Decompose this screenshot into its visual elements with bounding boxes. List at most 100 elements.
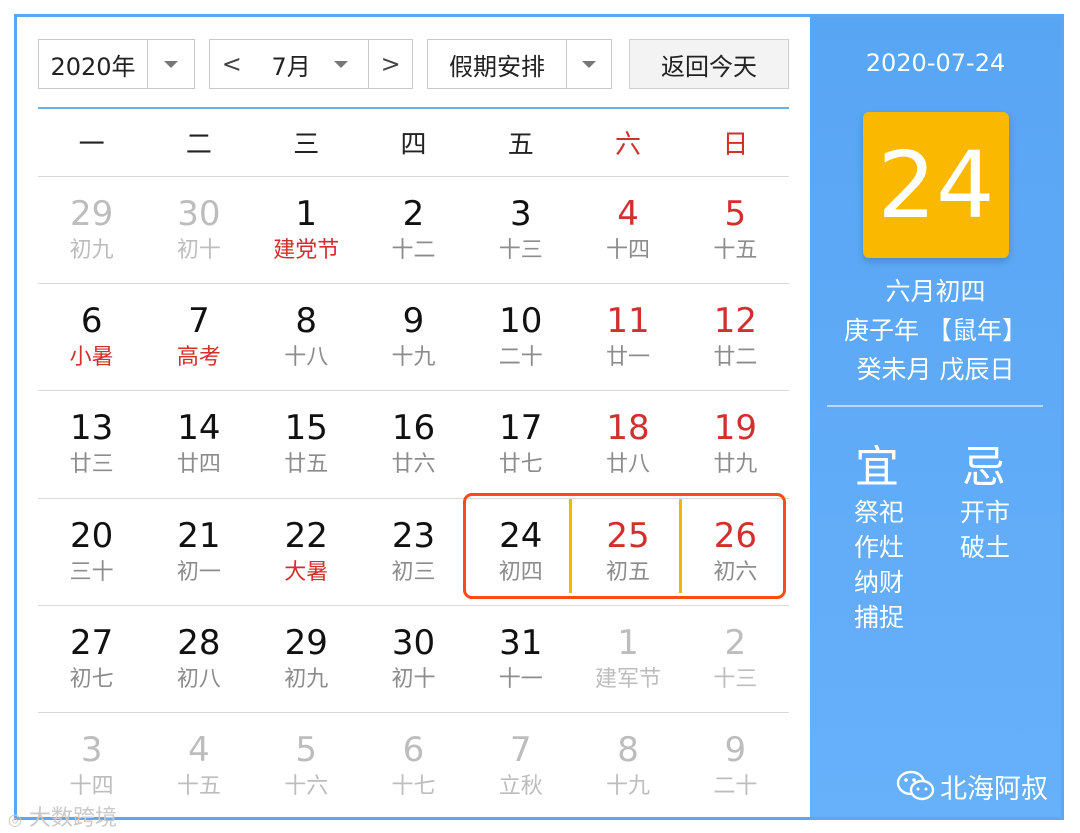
day-cell[interactable]: 8 十九 — [574, 713, 681, 819]
day-number: 18 — [606, 408, 650, 449]
week-row: 6 小暑 7 高考 8 十八 9 十九 10 二十 11 廿一 12 廿二 — [38, 283, 789, 390]
day-cell[interactable]: 11 廿一 — [574, 284, 681, 390]
lunar-label: 小暑 — [69, 345, 114, 371]
day-number: 14 — [177, 408, 221, 449]
lunar-label: 十七 — [391, 774, 436, 800]
day-cell[interactable]: 18 廿八 — [574, 391, 681, 497]
day-cell[interactable]: 22 大暑 — [253, 499, 360, 605]
day-cell[interactable]: 2 十二 — [360, 177, 467, 283]
lunar-label: 二十 — [713, 774, 758, 800]
lunar-label: 十九 — [391, 345, 436, 371]
day-cell[interactable]: 7 高考 — [145, 284, 252, 390]
day-cell[interactable]: 24 初四 — [467, 499, 574, 605]
day-cell[interactable]: 2 十三 — [682, 606, 789, 712]
year-value: 2020年 — [50, 52, 136, 81]
day-cell[interactable]: 6 十七 — [360, 713, 467, 819]
day-cell[interactable]: 10 二十 — [467, 284, 574, 390]
day-cell[interactable]: 5 十六 — [253, 713, 360, 819]
day-cell[interactable]: 28 初八 — [145, 606, 252, 712]
year-dropdown-button[interactable] — [147, 40, 194, 88]
day-cell[interactable]: 9 十九 — [360, 284, 467, 390]
lunar-label: 初十 — [176, 238, 221, 264]
day-number: 29 — [70, 194, 114, 235]
day-cell[interactable]: 23 初三 — [360, 499, 467, 605]
day-cell[interactable]: 30 初十 — [145, 177, 252, 283]
day-cell[interactable]: 5 十五 — [682, 177, 789, 283]
ji-item: 开市 — [960, 498, 1011, 527]
lunar-label: 初五 — [606, 559, 651, 585]
month-control: < 7月 > — [209, 39, 413, 89]
day-cell[interactable]: 20 三十 — [38, 499, 145, 605]
day-cell[interactable]: 16 廿六 — [360, 391, 467, 497]
lunar-label: 高考 — [176, 345, 221, 371]
day-cell[interactable]: 25 初五 — [574, 499, 681, 605]
day-number: 8 — [617, 730, 639, 771]
week-row: 29 初九 30 初十 1 建党节 2 十二 3 十三 4 十四 5 十五 — [38, 176, 789, 283]
lunar-label: 十三 — [498, 238, 543, 264]
lunar-label: 三十 — [69, 559, 114, 585]
holiday-dropdown-button[interactable] — [566, 40, 611, 88]
year-select[interactable]: 2020年 — [38, 39, 195, 89]
day-cell[interactable]: 7 立秋 — [467, 713, 574, 819]
lunar-label: 二十 — [498, 345, 543, 371]
day-cell[interactable]: 9 二十 — [682, 713, 789, 819]
day-cell[interactable]: 14 廿四 — [145, 391, 252, 497]
day-cell[interactable]: 29 初九 — [38, 177, 145, 283]
panel-divider — [827, 405, 1043, 407]
day-number: 5 — [724, 194, 747, 235]
day-number: 23 — [391, 515, 436, 556]
day-number: 12 — [713, 301, 757, 342]
ganzhi-month-day: 癸未月 戊辰日 — [856, 355, 1015, 384]
lunar-label: 建军节 — [595, 666, 662, 692]
lunar-label: 初三 — [391, 559, 436, 585]
day-number: 6 — [402, 730, 425, 771]
day-cell[interactable]: 6 小暑 — [38, 284, 145, 390]
day-number: 4 — [188, 730, 210, 771]
lunar-label: 初七 — [69, 666, 114, 692]
weekday-label: 四 — [400, 130, 427, 160]
day-cell[interactable]: 15 廿五 — [253, 391, 360, 497]
date-grid: 29 初九 30 初十 1 建党节 2 十二 3 十三 4 十四 5 十五 6 小暑 7 高考 8 十八 9 十九 10 二十… — [38, 176, 789, 819]
lunar-label: 十八 — [284, 345, 329, 371]
lunar-label: 十二 — [391, 238, 436, 264]
day-number: 31 — [499, 622, 543, 663]
day-cell[interactable]: 4 十四 — [574, 177, 681, 283]
day-cell[interactable]: 26 初六 — [682, 499, 789, 605]
day-number: 21 — [177, 515, 221, 556]
day-cell[interactable]: 1 建军节 — [574, 606, 681, 712]
day-cell[interactable]: 30 初十 — [360, 606, 467, 712]
day-number: 9 — [402, 301, 425, 342]
day-cell[interactable]: 12 廿二 — [682, 284, 789, 390]
yi-item: 祭祀 — [854, 498, 905, 527]
ji-list: 开市 破土 — [960, 495, 1010, 565]
day-cell[interactable]: 27 初七 — [38, 606, 145, 712]
yi-item: 纳财 — [854, 568, 905, 597]
day-cell[interactable]: 8 十八 — [253, 284, 360, 390]
day-number: 25 — [606, 515, 650, 556]
ji-heading: 忌 — [962, 442, 1006, 493]
day-cell[interactable]: 3 十三 — [467, 177, 574, 283]
lunar-label: 大暑 — [284, 559, 329, 585]
back-to-today-button[interactable]: 返回今天 — [629, 39, 789, 89]
lunar-label: 初四 — [498, 559, 543, 585]
day-cell[interactable]: 31 十一 — [467, 606, 574, 712]
day-cell[interactable]: 17 廿七 — [467, 391, 574, 497]
day-cell[interactable]: 21 初一 — [145, 499, 252, 605]
day-cell[interactable]: 1 建党节 — [253, 177, 360, 283]
day-number: 20 — [70, 515, 114, 556]
holiday-select[interactable]: 假期安排 — [427, 39, 612, 89]
lunar-label: 廿三 — [69, 452, 114, 478]
day-cell[interactable]: 19 廿九 — [682, 391, 789, 497]
lunar-label: 十五 — [713, 238, 758, 264]
month-value[interactable]: 7月 — [254, 40, 314, 88]
lunar-label: 廿四 — [176, 452, 221, 478]
holiday-value: 假期安排 — [449, 52, 545, 81]
month-dropdown-button[interactable] — [313, 40, 368, 88]
lunar-label: 十五 — [176, 774, 221, 800]
prev-month-button[interactable]: < — [210, 40, 254, 88]
day-cell[interactable]: 13 廿三 — [38, 391, 145, 497]
next-month-button[interactable]: > — [368, 40, 412, 88]
day-cell[interactable]: 4 十五 — [145, 713, 252, 819]
watermark-author: 北海阿叔 — [940, 774, 1048, 805]
day-cell[interactable]: 29 初九 — [253, 606, 360, 712]
